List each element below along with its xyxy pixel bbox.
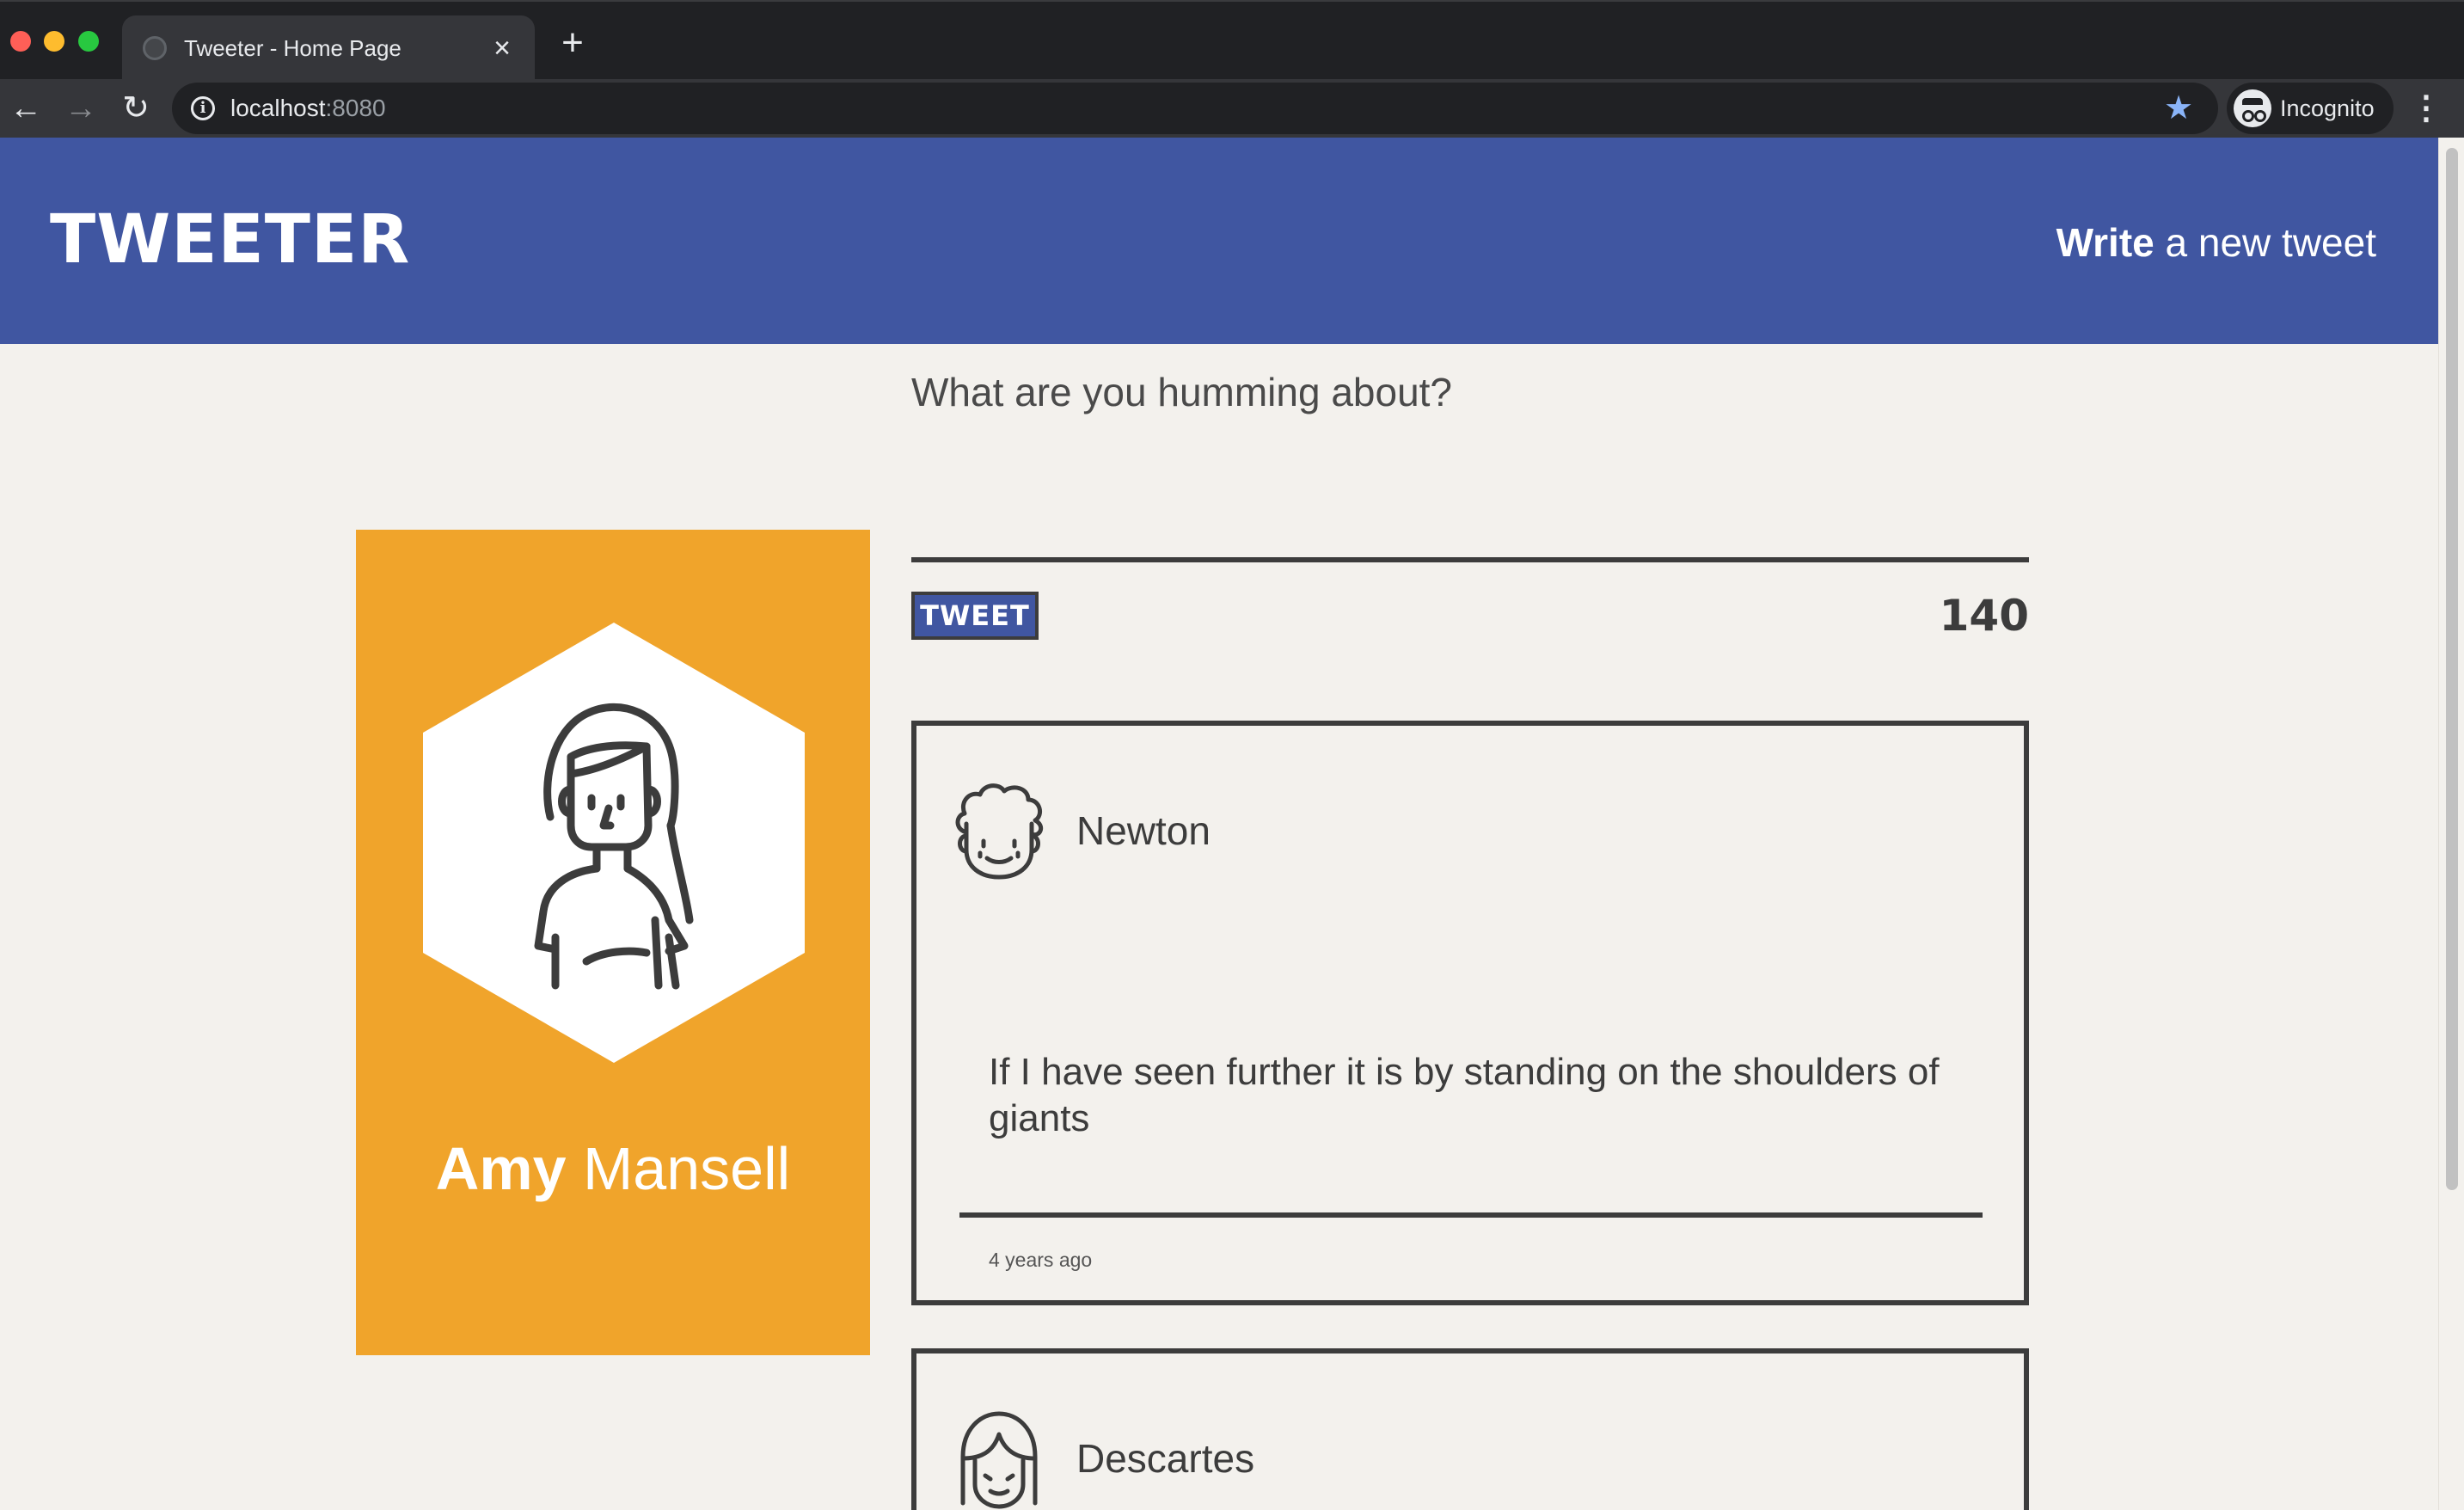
reload-icon[interactable]: ↻ [113,86,158,131]
maximize-window-button[interactable] [78,31,99,52]
tweet-button[interactable]: TWEET [911,592,1039,640]
descartes-avatar-icon [960,1411,1038,1509]
browser-menu-icon[interactable]: ⋮ [2407,86,2445,131]
tweet-text: If I have seen further it is by standing… [989,1051,1940,1139]
page-scrollbar[interactable] [2438,138,2464,1510]
back-arrow-icon[interactable]: ← [3,86,48,131]
new-tab-button[interactable]: + [554,24,591,64]
address-bar[interactable]: i localhost:8080 ★ [172,83,2218,134]
site-info-icon[interactable]: i [191,96,215,120]
tweet-card[interactable]: Descartes [911,1348,2029,1510]
write-link-bold: Write [2056,220,2154,265]
profile-last-name: Mansell [566,1135,791,1202]
globe-icon [143,36,167,60]
bookmark-star-icon[interactable]: ★ [2160,89,2197,127]
scrollbar-thumb[interactable] [2446,148,2458,1190]
tweet-input[interactable]: What are you humming about? [911,366,1452,418]
browser-toolbar: ← → ↻ i localhost:8080 ★ Incognito ⋮ [0,79,2464,138]
tweet-author: Descartes [1076,1436,1255,1481]
incognito-icon [2234,89,2271,127]
url-port: :8080 [325,95,386,121]
close-window-button[interactable] [10,31,31,52]
tweet-author: Newton [1076,808,1211,853]
profile-hexagon [423,623,805,1063]
tweet-timestamp: 4 years ago [989,1249,1093,1271]
write-link-rest: a new tweet [2154,220,2377,265]
profile-avatar-icon [534,703,694,990]
minimize-window-button[interactable] [44,31,64,52]
newton-avatar-icon [955,783,1044,880]
tab-strip: Tweeter - Home Page × + [0,0,2464,81]
url-host: localhost [230,95,326,121]
browser-tab[interactable]: Tweeter - Home Page × [122,15,535,81]
profile-name: Amy Mansell [356,1132,870,1206]
forward-arrow-icon[interactable]: → [58,86,103,131]
profile-button[interactable]: Incognito [2227,83,2394,134]
browser-chrome: Tweeter - Home Page × + ← → ↻ i localhos… [0,0,2464,138]
tweet-divider [959,1212,1983,1218]
url-text[interactable]: localhost:8080 [230,93,386,124]
profile-card: Amy Mansell [356,530,870,1355]
composer-divider [911,557,2029,562]
tab-title: Tweeter - Home Page [184,35,401,61]
page-header: TWEETER Write a new tweet [0,138,2438,344]
site-logo[interactable]: TWEETER [50,201,410,279]
write-new-tweet-link[interactable]: Write a new tweet [2056,217,2376,268]
character-counter: 140 [1939,591,2029,641]
page-viewport: TWEETER Write a new tweet What are you h… [0,138,2464,1510]
profile-first-name: Amy [435,1135,567,1202]
close-tab-icon[interactable]: × [485,31,519,65]
tweet-card[interactable]: Newton If I have seen further it is by s… [911,721,2029,1305]
profile-label: Incognito [2280,95,2375,121]
